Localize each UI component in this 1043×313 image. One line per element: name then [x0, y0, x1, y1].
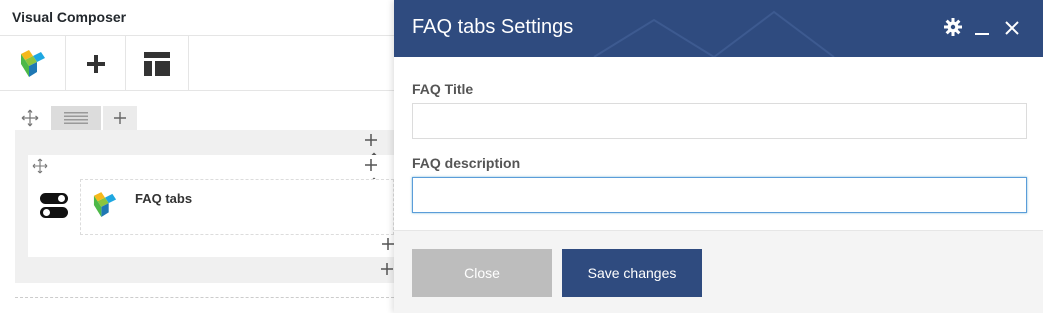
minimize-icon[interactable]	[974, 20, 990, 36]
add-element-button[interactable]	[66, 36, 126, 91]
faq-description-input[interactable]	[412, 177, 1027, 213]
editor-header: Visual Composer	[0, 0, 394, 36]
templates-icon	[144, 51, 170, 76]
move-column-icon[interactable]	[32, 158, 48, 174]
vc-logo-button[interactable]	[0, 36, 66, 91]
faq-title-label: FAQ Title	[412, 81, 474, 97]
vc-logo-icon	[20, 49, 45, 77]
vc-logo-icon	[93, 192, 117, 217]
faq-description-label: FAQ description	[412, 155, 521, 171]
row-layout-icon	[64, 112, 88, 124]
row-layout-button[interactable]	[51, 106, 101, 130]
editor-title: Visual Composer	[12, 9, 127, 25]
move-row-icon[interactable]	[21, 109, 39, 127]
editor-toolbar	[0, 36, 394, 91]
add-column-button[interactable]	[103, 106, 137, 130]
element-name: FAQ tabs	[135, 191, 193, 206]
column-container: FAQ tabs	[28, 155, 394, 257]
settings-modal: FAQ tabs Settings FAQ Title FAQ descript…	[394, 0, 1043, 313]
toggle-icon[interactable]	[40, 193, 68, 219]
plus-icon[interactable]	[364, 158, 378, 172]
plus-icon[interactable]	[382, 238, 394, 250]
header-decoration	[593, 10, 835, 57]
close-button[interactable]: Close	[412, 249, 552, 297]
faq-tabs-element[interactable]: FAQ tabs	[80, 179, 394, 235]
save-changes-button[interactable]: Save changes	[562, 249, 702, 297]
modal-header: FAQ tabs Settings	[394, 0, 1043, 57]
plus-icon	[114, 112, 126, 124]
plus-icon[interactable]	[381, 263, 393, 275]
modal-body: FAQ Title FAQ description	[394, 57, 1043, 231]
gear-icon[interactable]	[944, 18, 962, 36]
modal-title: FAQ tabs Settings	[412, 16, 574, 38]
add-row-area[interactable]	[15, 297, 394, 313]
faq-title-input[interactable]	[412, 103, 1027, 139]
close-icon[interactable]	[1004, 20, 1020, 36]
visual-composer-panel: Visual Composer FAQ tabs	[0, 0, 394, 313]
templates-button[interactable]	[126, 36, 189, 91]
add-element-icon	[86, 54, 105, 73]
modal-footer: Close Save changes	[394, 231, 1043, 313]
plus-icon[interactable]	[364, 133, 378, 147]
